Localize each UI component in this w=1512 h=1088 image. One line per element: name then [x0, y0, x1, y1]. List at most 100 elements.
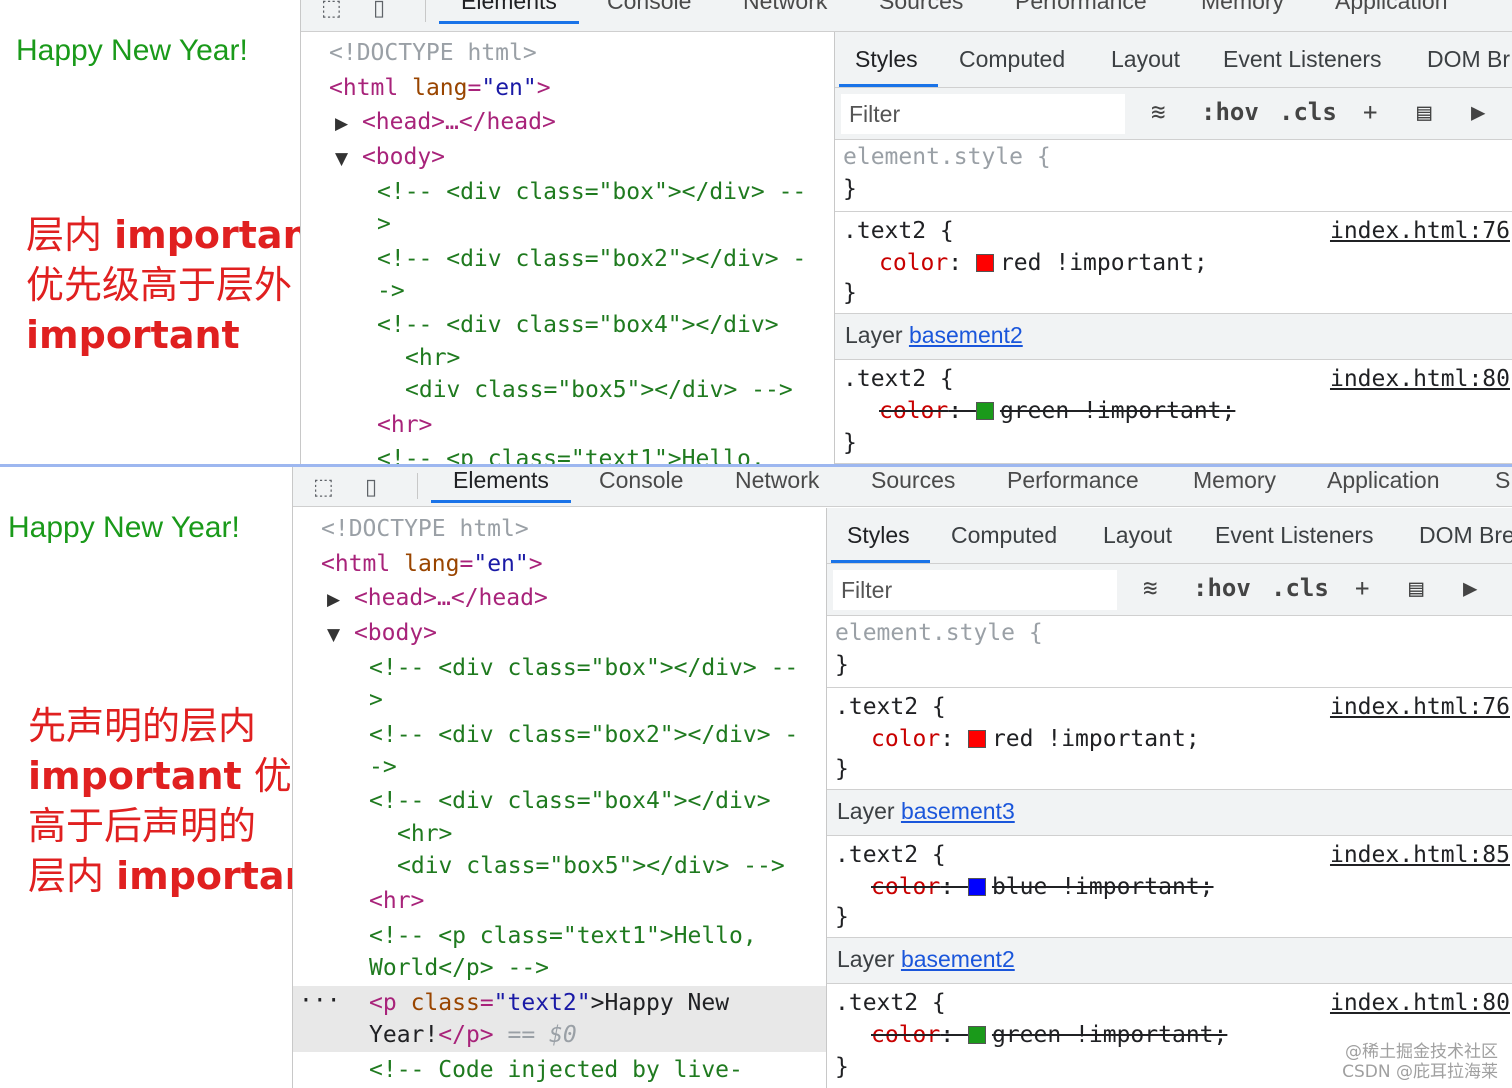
html-node[interactable]: <html lang="en">	[321, 549, 543, 579]
collapse-triangle-icon: ▼	[327, 625, 341, 645]
comment-node[interactable]: <!-- <p class="text1">Hello,	[369, 921, 757, 951]
inspect-element-icon[interactable]: ⬚	[321, 0, 342, 21]
layer-link[interactable]: basement2	[909, 322, 1023, 348]
tab-application[interactable]: Application	[1327, 467, 1440, 494]
subtab-layout[interactable]: Layout	[1111, 46, 1180, 73]
sidebar-toggle-icon[interactable]: ▶	[1463, 574, 1477, 602]
color-swatch[interactable]	[975, 402, 994, 420]
rule-source-link[interactable]: index.html:80	[1330, 988, 1510, 1018]
rule-source-link[interactable]: index.html:85	[1330, 840, 1510, 870]
layer-link[interactable]: basement3	[901, 798, 1015, 824]
rule-declaration[interactable]: color: blue !important;	[871, 872, 1214, 902]
layer-link[interactable]: basement2	[901, 946, 1015, 972]
rule-declaration[interactable]: color: red !important;	[879, 248, 1208, 278]
comment-node[interactable]: <!-- <div class="box"></div> --	[377, 177, 806, 207]
head-node[interactable]: ▶ <head>…</head>	[327, 583, 548, 613]
comment-node[interactable]: <!-- <div class="box"></div> --	[369, 653, 798, 683]
styles-subtabbar: Styles Computed Layout Event Listeners D…	[835, 32, 1512, 88]
tab-overflow[interactable]: S	[1495, 467, 1510, 494]
color-swatch[interactable]	[967, 878, 986, 896]
tab-application[interactable]: Application	[1335, 0, 1448, 15]
layers-toggle-icon[interactable]: ≋	[1151, 98, 1165, 126]
rule-source-link[interactable]: index.html:76	[1330, 216, 1510, 246]
tab-memory[interactable]: Memory	[1201, 0, 1284, 15]
inspect-element-icon[interactable]: ⬚	[313, 475, 334, 500]
new-rule-icon[interactable]: +	[1363, 98, 1377, 126]
tab-memory[interactable]: Memory	[1193, 467, 1276, 494]
comment-node[interactable]: <hr>	[405, 343, 460, 373]
hov-toggle[interactable]: :hov	[1201, 98, 1259, 126]
comment-node[interactable]: >	[377, 209, 391, 239]
subtab-event-listeners[interactable]: Event Listeners	[1215, 522, 1374, 549]
comment-node[interactable]: >	[369, 685, 383, 715]
comment-node[interactable]: <!-- <p class="text1">Hello,	[377, 444, 765, 464]
body-node[interactable]: ▼ <body>	[335, 142, 445, 172]
cls-toggle[interactable]: .cls	[1271, 574, 1329, 602]
selected-p-node-cont[interactable]: Year!</p> == $0	[369, 1020, 577, 1050]
tab-performance[interactable]: Performance	[1007, 467, 1139, 494]
html-node[interactable]: <html lang="en">	[329, 73, 551, 103]
expand-triangle-icon: ▶	[327, 590, 341, 610]
color-swatch[interactable]	[967, 1026, 986, 1044]
subtab-layout[interactable]: Layout	[1103, 522, 1172, 549]
comment-node[interactable]: <!-- <div class="box2"></div> -	[377, 244, 806, 274]
layers-toggle-icon[interactable]: ≋	[1143, 574, 1157, 602]
subtab-computed[interactable]: Computed	[959, 46, 1065, 73]
rule-declaration[interactable]: color: green !important;	[871, 1020, 1227, 1050]
subtab-event-listeners[interactable]: Event Listeners	[1223, 46, 1382, 73]
color-swatch[interactable]	[967, 730, 986, 748]
sidebar-toggle-icon[interactable]: ▶	[1471, 98, 1485, 126]
subtab-styles[interactable]: Styles	[839, 46, 938, 87]
rule-selector[interactable]: .text2 {	[843, 216, 954, 246]
tab-console[interactable]: Console	[607, 0, 691, 15]
rule-selector[interactable]: .text2 {	[835, 840, 946, 870]
tab-elements[interactable]: Elements	[431, 467, 571, 503]
node-actions-icon[interactable]: ···	[299, 986, 341, 1016]
hr-node[interactable]: <hr>	[369, 886, 424, 916]
body-node[interactable]: ▼ <body>	[327, 618, 437, 648]
comment-node[interactable]: ->	[377, 276, 405, 306]
rule-selector[interactable]: .text2 {	[835, 692, 946, 722]
comment-node[interactable]: <div class="box5"></div> -->	[405, 375, 793, 405]
tab-sources[interactable]: Sources	[879, 0, 963, 15]
rule-selector[interactable]: .text2 {	[843, 364, 954, 394]
doctype-node[interactable]: <!DOCTYPE html>	[321, 514, 529, 544]
subtab-dom-breakpoints[interactable]: DOM Bre	[1419, 522, 1512, 549]
comment-node[interactable]: <!-- Code injected by live-	[369, 1055, 743, 1085]
subtab-computed[interactable]: Computed	[951, 522, 1057, 549]
comment-node[interactable]: <!-- <div class="box2"></div> -	[369, 720, 798, 750]
rule-declaration[interactable]: color: green !important;	[879, 396, 1235, 426]
paint-brush-icon[interactable]: ▤	[1417, 98, 1431, 126]
new-rule-icon[interactable]: +	[1355, 574, 1369, 602]
device-toolbar-icon[interactable]: ▯	[373, 0, 385, 21]
tab-elements[interactable]: Elements	[439, 0, 579, 24]
rule-source-link[interactable]: index.html:76	[1330, 692, 1510, 722]
color-swatch[interactable]	[975, 254, 994, 272]
tab-console[interactable]: Console	[599, 467, 683, 494]
hr-node[interactable]: <hr>	[377, 410, 432, 440]
doctype-node[interactable]: <!DOCTYPE html>	[329, 38, 537, 68]
filter-input[interactable]	[841, 94, 1125, 134]
cls-toggle[interactable]: .cls	[1279, 98, 1337, 126]
tab-network[interactable]: Network	[735, 467, 819, 494]
comment-node[interactable]: World</p> -->	[369, 953, 549, 983]
filter-input[interactable]	[833, 570, 1117, 610]
comment-node[interactable]: <!-- <div class="box4"></div>	[377, 310, 779, 340]
comment-node[interactable]: <hr>	[397, 819, 452, 849]
rule-selector[interactable]: .text2 {	[835, 988, 946, 1018]
paint-brush-icon[interactable]: ▤	[1409, 574, 1423, 602]
subtab-dom-breakpoints[interactable]: DOM Br	[1427, 46, 1510, 73]
comment-node[interactable]: <div class="box5"></div> -->	[397, 851, 785, 881]
comment-node[interactable]: <!-- <div class="box4"></div>	[369, 786, 771, 816]
comment-node[interactable]: ->	[369, 752, 397, 782]
rule-declaration[interactable]: color: red !important;	[871, 724, 1200, 754]
rule-source-link[interactable]: index.html:80	[1330, 364, 1510, 394]
head-node[interactable]: ▶ <head>…</head>	[335, 107, 556, 137]
hov-toggle[interactable]: :hov	[1193, 574, 1251, 602]
tab-network[interactable]: Network	[743, 0, 827, 15]
tab-performance[interactable]: Performance	[1015, 0, 1147, 15]
tab-sources[interactable]: Sources	[871, 467, 955, 494]
subtab-styles[interactable]: Styles	[831, 522, 930, 563]
device-toolbar-icon[interactable]: ▯	[365, 475, 377, 500]
selected-p-node[interactable]: <p class="text2">Happy New	[369, 988, 729, 1018]
